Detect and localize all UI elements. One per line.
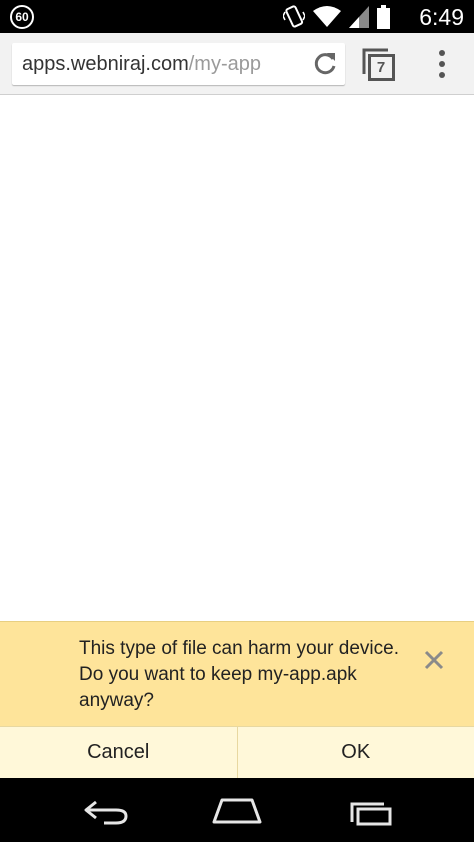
url-path: /my-app	[188, 53, 261, 75]
back-icon[interactable]	[82, 796, 130, 826]
reload-icon[interactable]	[311, 50, 339, 78]
tab-switcher-button[interactable]: 7	[362, 48, 396, 82]
notification-count-badge: 60	[10, 5, 34, 29]
vibrate-icon	[283, 5, 305, 28]
url-bar[interactable]: apps.webniraj.com/my-app	[12, 43, 345, 85]
status-icons	[283, 4, 390, 29]
browser-toolbar: apps.webniraj.com/my-app 7	[0, 33, 474, 95]
recents-icon[interactable]	[346, 796, 394, 826]
cell-signal-icon	[349, 5, 369, 28]
tab-count: 7	[376, 59, 386, 76]
url-text[interactable]: apps.webniraj.com/my-app	[22, 43, 261, 85]
battery-icon	[377, 4, 390, 29]
home-icon[interactable]	[212, 798, 262, 824]
system-nav-bar	[0, 778, 474, 842]
url-host: apps.webniraj.com	[22, 53, 189, 75]
page-content	[0, 95, 474, 621]
close-icon[interactable]	[422, 648, 446, 672]
download-warning-infobar: This type of file can harm your device. …	[0, 621, 474, 726]
overflow-menu-icon[interactable]	[430, 47, 454, 81]
wifi-icon	[313, 5, 341, 27]
ok-button[interactable]: OK	[238, 727, 474, 778]
status-clock: 6:49	[419, 4, 464, 30]
status-bar: 60 6:49	[0, 0, 474, 33]
infobar-button-row: Cancel OK	[0, 726, 474, 778]
cancel-button[interactable]: Cancel	[0, 727, 238, 778]
warning-message: This type of file can harm your device. …	[79, 638, 399, 711]
